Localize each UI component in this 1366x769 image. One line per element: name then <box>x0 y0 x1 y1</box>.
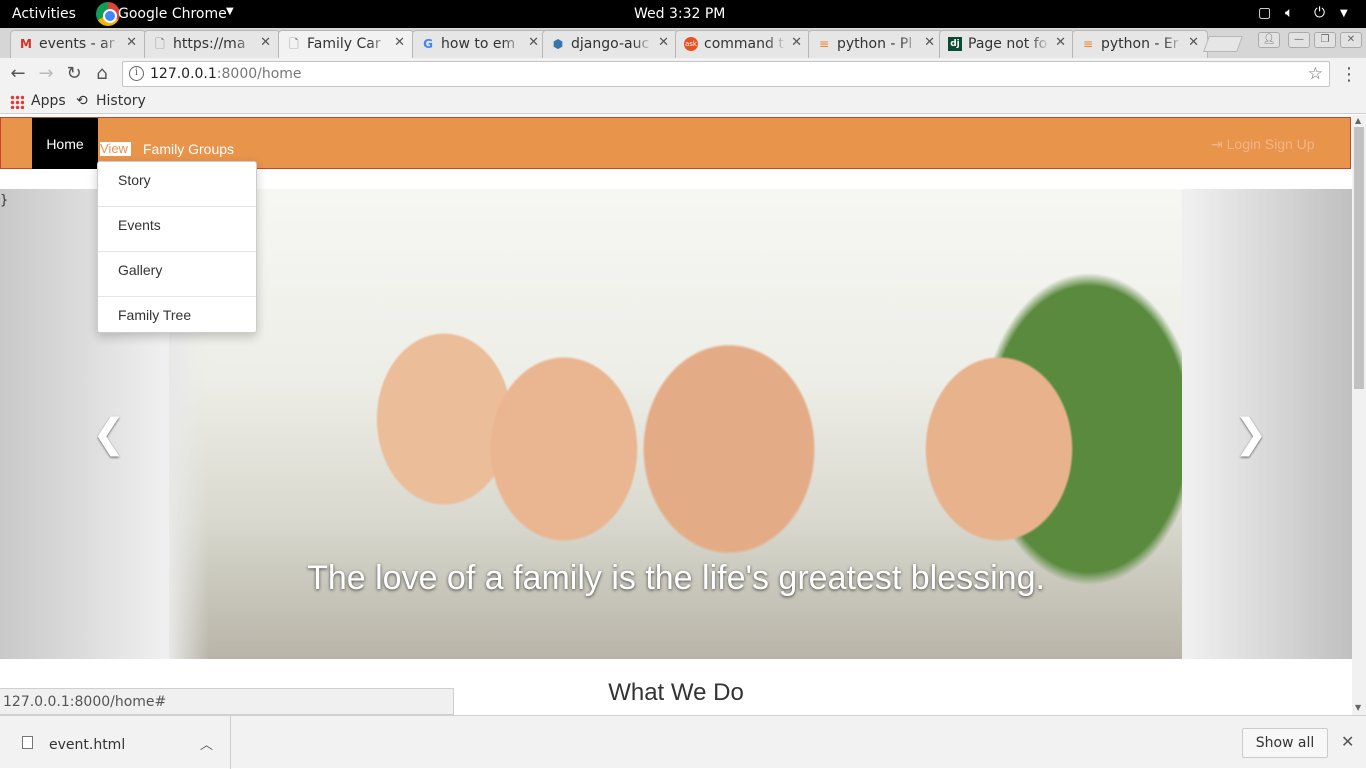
tab-strip: M events - ar ✕ 🗋 https://ma ✕ 🗋 Family … <box>0 28 1366 58</box>
volume-icon[interactable]: 🔈︎ <box>1285 5 1293 21</box>
tab-title: https://ma <box>173 36 255 52</box>
stray-brace-text: } <box>0 193 9 208</box>
download-item[interactable]: event.html ︿ <box>0 716 231 769</box>
file-icon <box>22 736 33 749</box>
close-tab-icon[interactable]: ✕ <box>924 35 935 50</box>
close-tab-icon[interactable]: ✕ <box>394 35 405 50</box>
close-tab-icon[interactable]: ✕ <box>658 35 669 50</box>
carousel-caption: The love of a family is the life's great… <box>307 559 1045 597</box>
tab-title: python - Pl <box>837 36 919 52</box>
tab-title: django-auc <box>571 36 653 52</box>
gmail-icon: M <box>20 37 32 51</box>
nav-auth-text[interactable]: Login Sign Up <box>1227 136 1315 152</box>
tab-family-care[interactable]: 🗋 Family Car ✕ <box>278 30 414 58</box>
tab-command[interactable]: ask command t ✕ <box>675 30 811 58</box>
profile-icon[interactable]: 👤︎ <box>1258 32 1280 48</box>
tab-python-2[interactable]: ≡ python - Er ✕ <box>1072 30 1208 58</box>
page-icon: 🗋 <box>155 37 165 51</box>
carousel-next-icon[interactable]: ❯ <box>1234 411 1268 457</box>
tab-python-1[interactable]: ≡ python - Pl ✕ <box>808 30 944 58</box>
tab-https[interactable]: 🗋 https://ma ✕ <box>144 30 280 58</box>
site-info-icon[interactable]: i <box>129 66 144 81</box>
browser-toolbar: ← → ↻ ⌂ i 127.0.0.1:8000/home ☆ ⋮ <box>0 58 1366 90</box>
nav-view-dropdown-toggle[interactable]: View <box>100 142 131 156</box>
nav-login-signup[interactable]: ⇥ Login Sign Up <box>1211 136 1315 153</box>
link-status-bubble: 127.0.0.1:8000/home# <box>0 688 454 715</box>
close-tab-icon[interactable]: ✕ <box>260 35 271 50</box>
page-icon: 🗋 <box>289 37 299 51</box>
bookmark-apps[interactable]: Apps <box>31 93 66 109</box>
carousel-prev-icon[interactable]: ❮ <box>92 411 126 457</box>
ask-icon: ask <box>684 37 698 51</box>
tab-title: events - ar <box>39 36 121 52</box>
close-tab-icon[interactable]: ✕ <box>1188 35 1199 50</box>
close-shelf-icon[interactable]: ✕ <box>1341 732 1354 751</box>
system-menu-arrow-icon[interactable]: ▼ <box>1340 8 1348 19</box>
url-path: :8000/home <box>216 66 302 82</box>
os-top-bar: Activities Google Chrome ▼ Wed 3:32 PM ▢… <box>0 0 1366 28</box>
app-menu-label[interactable]: Google Chrome <box>118 6 227 22</box>
bookmarks-bar: Apps ⟲ History <box>0 90 1366 114</box>
forward-icon[interactable]: → <box>36 64 56 84</box>
stackoverflow-icon: ≡ <box>818 37 830 51</box>
scroll-down-icon[interactable]: ▼ <box>1355 703 1361 712</box>
login-icon: ⇥ <box>1211 136 1227 152</box>
close-tab-icon[interactable]: ✕ <box>126 35 137 50</box>
tab-title: python - Er <box>1101 36 1183 52</box>
downloads-shelf: event.html ︿ Show all ✕ <box>0 715 1366 769</box>
address-bar[interactable]: i 127.0.0.1:8000/home ☆ <box>122 61 1330 87</box>
stackoverflow-icon: ≡ <box>1082 37 1094 51</box>
dropdown-item-events[interactable]: Events <box>98 207 256 252</box>
power-icon[interactable]: ⏻ <box>1314 5 1325 21</box>
clock[interactable]: Wed 3:32 PM <box>634 6 725 22</box>
history-icon: ⟲ <box>76 93 88 109</box>
new-tab-button[interactable] <box>1203 36 1243 52</box>
tab-page-not-found[interactable]: dj Page not fo ✕ <box>939 30 1075 58</box>
dropdown-item-story[interactable]: Story <box>98 162 256 207</box>
download-file-name[interactable]: event.html <box>49 737 125 753</box>
minimize-icon[interactable]: — <box>1288 32 1310 48</box>
close-tab-icon[interactable]: ✕ <box>1055 35 1066 50</box>
activities-button[interactable]: Activities <box>12 6 76 22</box>
screen-icon[interactable]: ▢ <box>1258 5 1271 21</box>
scrollbar-thumb[interactable] <box>1354 127 1364 389</box>
close-window-icon[interactable]: ✕ <box>1340 32 1362 48</box>
dropdown-item-gallery[interactable]: Gallery <box>98 252 256 297</box>
bookmark-history[interactable]: History <box>96 93 146 109</box>
tab-how-to[interactable]: G how to em ✕ <box>412 30 548 58</box>
chrome-logo-icon <box>96 2 120 26</box>
nav-family-groups-link[interactable]: Family Groups <box>143 141 234 157</box>
close-tab-icon[interactable]: ✕ <box>528 35 539 50</box>
apps-grid-icon[interactable] <box>10 95 24 109</box>
reload-icon[interactable]: ↻ <box>64 64 84 84</box>
tab-title: Page not fo <box>968 36 1050 52</box>
tab-django[interactable]: ⬢ django-auc ✕ <box>542 30 678 58</box>
django-icon: dj <box>948 37 962 51</box>
page-scrollbar[interactable]: ▲ ▼ <box>1352 115 1366 715</box>
app-menu-arrow-icon[interactable]: ▼ <box>226 6 234 17</box>
show-all-button[interactable]: Show all <box>1242 728 1328 758</box>
close-tab-icon[interactable]: ✕ <box>791 35 802 50</box>
url-text[interactable]: 127.0.0.1:8000/home <box>150 66 302 82</box>
dropdown-item-family-tree[interactable]: Family Tree <box>98 297 256 342</box>
nav-home-link[interactable]: Home <box>32 118 98 169</box>
tab-events[interactable]: M events - ar ✕ <box>10 30 146 58</box>
scroll-up-icon[interactable]: ▲ <box>1355 116 1361 125</box>
tab-title: Family Car <box>307 36 389 52</box>
home-icon[interactable]: ⌂ <box>92 64 112 84</box>
tab-title: command t <box>704 36 786 52</box>
view-dropdown-menu: Story Events Gallery Family Tree <box>97 161 257 333</box>
maximize-icon[interactable]: ❐ <box>1314 32 1336 48</box>
chevron-up-icon[interactable]: ︿ <box>200 734 213 753</box>
tab-title: how to em <box>441 36 523 52</box>
google-icon: G <box>423 37 433 51</box>
url-host: 127.0.0.1 <box>150 66 217 82</box>
bookmark-star-icon[interactable]: ☆ <box>1308 64 1323 84</box>
back-icon[interactable]: ← <box>8 64 28 84</box>
chrome-menu-icon[interactable]: ⋮ <box>1340 64 1358 85</box>
python-icon: ⬢ <box>552 37 564 51</box>
